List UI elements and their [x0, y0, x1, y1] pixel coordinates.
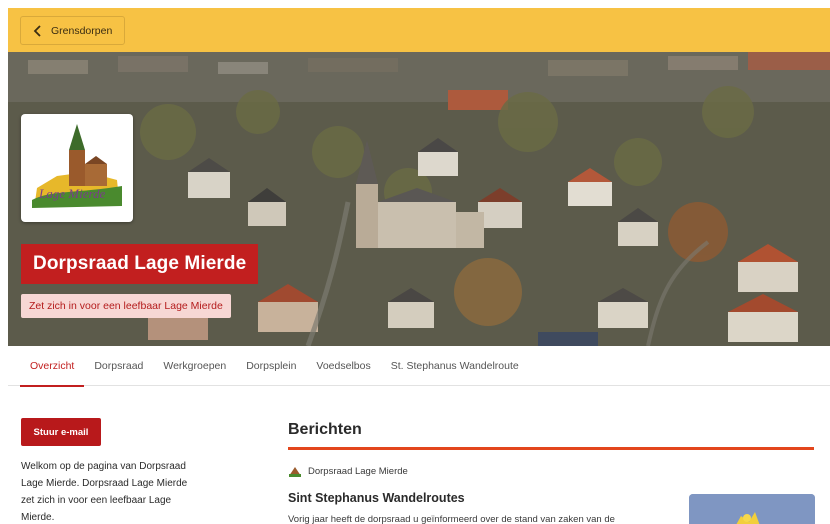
page-title: Dorpsraad Lage Mierde: [21, 244, 259, 284]
svg-text:Lage Mierde: Lage Mierde: [38, 186, 106, 201]
village-logo: Lage Mierde: [21, 114, 133, 222]
thumbnail-image: [689, 494, 815, 524]
messages-divider: [288, 447, 814, 450]
tab-overzicht[interactable]: Overzicht: [20, 346, 85, 387]
intro-line: Welkom op de pagina van Dorpsraad: [21, 461, 186, 472]
tab-dorpsraad[interactable]: Dorpsraad: [84, 346, 153, 386]
top-bar: Grensdorpen: [8, 8, 830, 52]
send-email-button[interactable]: Stuur e-mail: [21, 418, 101, 446]
post-source[interactable]: Dorpsraad Lage Mierde: [288, 465, 408, 477]
intro-line: Lage Mierde. Dorpsraad Lage Mierde: [21, 478, 188, 489]
tab-bar: Overzicht Dorpsraad Werkgroepen Dorpsple…: [8, 346, 830, 387]
post-thumbnail[interactable]: [689, 494, 815, 524]
tab-voedselbos[interactable]: Voedselbos: [306, 346, 380, 386]
chevron-left-icon: [31, 24, 45, 38]
messages-heading: Berichten: [288, 421, 362, 438]
back-button-label: Grensdorpen: [51, 24, 113, 37]
tab-st-stephanus-wandelroute[interactable]: St. Stephanus Wandelroute: [381, 346, 529, 386]
post-title[interactable]: Sint Stephanus Wandelroutes: [288, 491, 465, 505]
post-source-label: Dorpsraad Lage Mierde: [308, 465, 408, 477]
church-logo-icon: Lage Mierde: [27, 120, 127, 216]
back-button[interactable]: Grensdorpen: [20, 16, 126, 45]
church-icon: [288, 465, 302, 477]
page-frame: Grensdorpen Lage Mierde Dorpsraad Lage M…: [8, 8, 830, 524]
intro-line: zet zich in voor een leefbaar Lage: [21, 495, 172, 506]
page-subtitle: Zet zich in voor een leefbaar Lage Mierd…: [21, 294, 231, 318]
tab-dorpsplein[interactable]: Dorpsplein: [236, 346, 306, 386]
post-excerpt: Vorig jaar heeft de dorpsraad u geïnform…: [288, 514, 615, 524]
tab-werkgroepen[interactable]: Werkgroepen: [153, 346, 236, 386]
hero-banner: Lage Mierde Dorpsraad Lage Mierde Zet zi…: [8, 52, 830, 346]
intro-line: Mierde.: [21, 512, 55, 523]
intro-text: Welkom op de pagina van Dorpsraad Lage M…: [21, 458, 231, 524]
